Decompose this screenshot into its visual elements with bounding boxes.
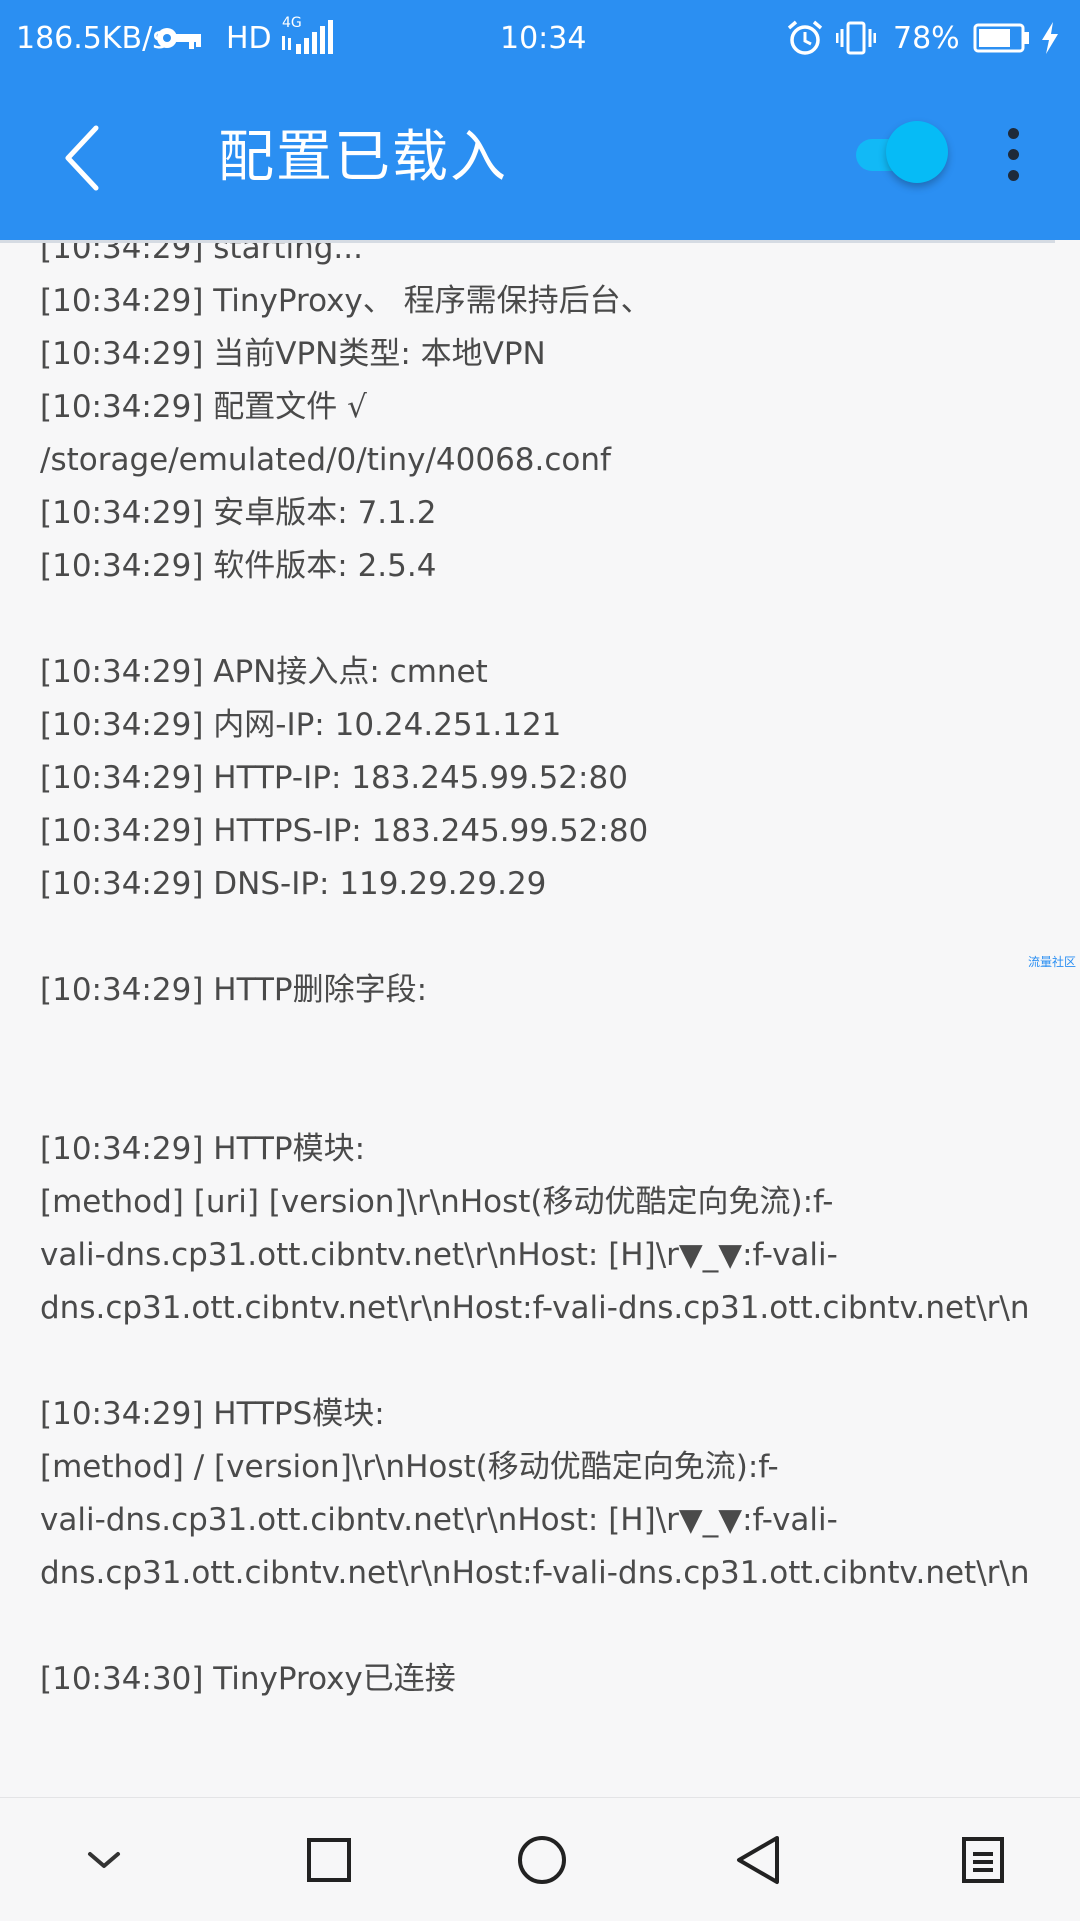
menu-button[interactable] [943, 1820, 1023, 1900]
log-line: [10:34:30] TinyProxy已连接 [40, 1661, 456, 1697]
network-speed: 186.5KB/s [16, 20, 168, 56]
log-line: [10:34:29] 内网-IP: 10.24.251.121 [40, 707, 562, 743]
hd-label: HD [226, 20, 272, 56]
log-line: [method] [uri] [version]\r\nHost(移动优酷定向免… [40, 1184, 834, 1220]
log-line: [10:34:29] DNS-IP: 119.29.29.29 [40, 866, 547, 902]
log-line: [10:34:29] 配置文件 √ [40, 389, 367, 425]
page-title: 配置已载入 [218, 125, 508, 190]
vibrate-icon [836, 0, 876, 76]
recents-button[interactable] [289, 1820, 369, 1900]
key-icon [155, 0, 203, 76]
log-line: dns.cp31.ott.cibntv.net\r\nHost:f-vali-d… [40, 1555, 1030, 1591]
chevron-left-icon [65, 125, 99, 191]
log-line: [10:34:29] 当前VPN类型: 本地VPN [40, 336, 546, 372]
clock: 10:34 [500, 20, 587, 56]
battery-percent: 78% [893, 20, 960, 56]
circle-icon [518, 1836, 566, 1884]
log-line: vali-dns.cp31.ott.cibntv.net\r\nHost: [H… [40, 1237, 838, 1273]
chevron-down-icon [88, 1852, 120, 1868]
log-line: [10:34:29] HTTP删除字段: [40, 972, 428, 1008]
log-line: [10:34:29] 安卓版本: 7.1.2 [40, 495, 437, 531]
collapse-button[interactable] [64, 1820, 144, 1900]
log-line: [10:34:29] 软件版本: 2.5.4 [40, 548, 437, 584]
toggle-thumb [886, 121, 948, 183]
log-panel[interactable]: [10:34:29] starting... [10:34:29] TinyPr… [0, 243, 1080, 1797]
menu-icon [962, 1837, 1004, 1883]
more-vert-icon [1008, 128, 1019, 139]
back-nav-button[interactable] [719, 1820, 799, 1900]
log-line: [10:34:29] starting... [40, 243, 363, 266]
log-line: dns.cp31.ott.cibntv.net\r\nHost:f-vali-d… [40, 1290, 1030, 1326]
log-line: [10:34:29] HTTPS模块: [40, 1396, 385, 1432]
signal-icon: 4G [282, 0, 338, 76]
alarm-icon [786, 0, 824, 76]
status-bar: 186.5KB/s HD 4G 10:34 78% [0, 0, 1080, 76]
log-line: vali-dns.cp31.ott.cibntv.net\r\nHost: [H… [40, 1502, 838, 1538]
square-icon [307, 1838, 351, 1882]
log-line: [method] / [version]\r\nHost(移动优酷定向免流):f… [40, 1449, 779, 1485]
log-line: [10:34:29] HTTPS-IP: 183.245.99.52:80 [40, 813, 649, 849]
log-line: [10:34:29] HTTP-IP: 183.245.99.52:80 [40, 760, 628, 796]
battery-icon [973, 0, 1031, 76]
charging-icon [1040, 0, 1060, 76]
navigation-bar [0, 1797, 1080, 1921]
log-line: [10:34:29] TinyProxy、 程序需保持后台、 [40, 283, 652, 319]
log-line: /storage/emulated/0/tiny/40068.conf [40, 442, 611, 478]
triangle-back-icon [737, 1836, 779, 1884]
back-button[interactable] [52, 114, 122, 202]
vpn-toggle[interactable] [852, 121, 952, 187]
log-line: [10:34:29] APN接入点: cmnet [40, 654, 488, 690]
more-options-button[interactable] [994, 122, 1032, 188]
home-button[interactable] [502, 1820, 582, 1900]
app-toolbar: 配置已载入 [0, 76, 1080, 240]
watermark: 流量社区 [1028, 955, 1077, 969]
log-line: [10:34:29] HTTP模块: [40, 1131, 366, 1167]
